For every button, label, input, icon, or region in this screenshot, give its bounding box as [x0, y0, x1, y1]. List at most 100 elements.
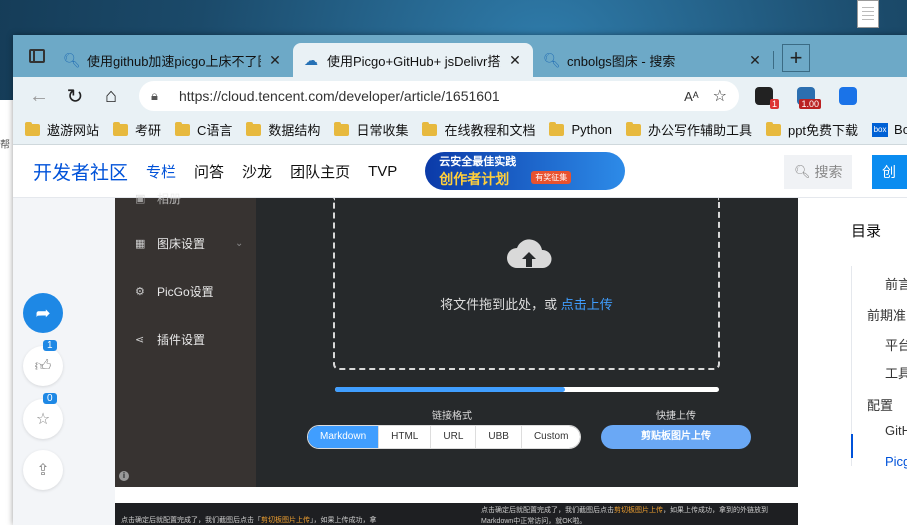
picgo-menu-bed-settings: ▦ 图床设置 ⌄: [135, 235, 243, 252]
bookmark-item[interactable]: C语言: [175, 120, 232, 139]
web-page: 开发者社区 专栏 问答 沙龙 团队主页 TVP 云安全最佳实践 创作者计划 有奖…: [13, 145, 907, 525]
toc-item[interactable]: 配置: [867, 395, 893, 414]
bookmark-label: 数据结构: [268, 123, 321, 138]
background-window-text: 帮: [0, 140, 10, 151]
tab-title: 使用Picgo+GitHub+ jsDelivr搭建: [327, 53, 501, 69]
nav-wenda[interactable]: 问答: [194, 161, 224, 182]
upload-dropzone: 将文件拖到此处，或 点击上传: [333, 198, 720, 370]
close-tab-icon[interactable]: ✕: [507, 52, 523, 69]
share-arrow-icon: ➦: [35, 302, 51, 323]
add-favorite-icon[interactable]: ☆: [713, 86, 727, 106]
bookmark-label: 日常收集: [356, 123, 409, 138]
click-upload-link: 点击上传: [560, 297, 613, 312]
folder-icon: [765, 121, 781, 136]
folder-icon: [334, 121, 350, 136]
tab-github-picgo[interactable]: 🔍︎ 使用github加速picgo上床不了图 ✕: [53, 43, 293, 77]
extension-button[interactable]: 1.00: [789, 81, 823, 111]
chevron-down-icon: ⌄: [235, 238, 244, 249]
upload-progress-fill: [335, 387, 566, 392]
home-button[interactable]: ⌂: [93, 81, 129, 111]
text-part: 」，如果上传成功，拿: [310, 517, 377, 524]
back-button[interactable]: ←: [21, 81, 57, 111]
toc-item[interactable]: 工具: [885, 363, 907, 382]
text-highlight: 剪切板图片上传: [261, 517, 310, 524]
star-icon: ☆: [35, 411, 51, 428]
second-screenshot: 点击确定后就配置完成了，我们截图后点击「剪切板图片上传」，如果上传成功，拿 点击…: [115, 503, 798, 525]
table-of-contents: 目录 前言 前期准 平台 工具 配置 GitH Picg: [831, 198, 907, 525]
search-icon: 🔍︎: [794, 164, 811, 179]
nav-team-home[interactable]: 团队主页: [290, 161, 350, 182]
tab-picgo-jsdelivr[interactable]: ☁ 使用Picgo+GitHub+ jsDelivr搭建 ✕: [293, 43, 533, 77]
tab-title: cnbolgs图床 - 搜索: [567, 53, 676, 69]
link-format-group: Markdown HTML URL UBB Custom: [307, 425, 582, 449]
share-button[interactable]: ➦: [23, 293, 63, 333]
format-custom: Custom: [521, 426, 581, 448]
share-out-button[interactable]: ⇪: [23, 450, 63, 490]
bookmark-label: Python: [571, 122, 612, 137]
gear-icon: ⚙: [135, 286, 145, 298]
bookmark-label: Bo: [894, 122, 907, 137]
banner-tag: 有奖征集: [531, 171, 572, 184]
folder-icon: [625, 121, 641, 136]
lock-icon[interactable]: 🔒︎: [151, 88, 171, 104]
bookmark-label: 在线教程和文档: [444, 123, 536, 138]
thumbs-up-icon: 👍︎: [34, 357, 52, 375]
toc-item[interactable]: 前期准: [867, 305, 906, 324]
site-search[interactable]: 🔍︎ 搜索: [784, 155, 852, 189]
nav-tvp[interactable]: TVP: [368, 163, 397, 180]
image-icon: ▣: [135, 193, 146, 205]
bookmark-item[interactable]: 日常收集: [334, 120, 408, 139]
new-tab-button[interactable]: +: [782, 44, 810, 72]
address-bar[interactable]: 🔒︎ https://cloud.tencent.com/developer/a…: [139, 81, 739, 111]
url-text[interactable]: https://cloud.tencent.com/developer/arti…: [179, 88, 676, 104]
close-tab-icon[interactable]: ✕: [267, 52, 283, 69]
bookmark-item[interactable]: ppt免费下载: [765, 120, 858, 139]
desktop-file-icon[interactable]: [857, 0, 879, 28]
picgo-sidebar: ▣ 相册 ▦ 图床设置 ⌄ ⚙ PicGo设置 ⋖ 插件设置: [115, 192, 256, 487]
create-button[interactable]: 创: [872, 155, 907, 189]
toc-title: 目录: [851, 223, 882, 240]
toc-item[interactable]: 平台: [885, 335, 907, 354]
cloud-favicon-icon: ☁: [304, 52, 318, 68]
tab-actions-button[interactable]: [21, 41, 53, 71]
extension-button[interactable]: [831, 81, 865, 111]
read-aloud-icon[interactable]: Aᴬ: [684, 89, 699, 104]
folder-icon: [549, 121, 565, 136]
toc-item-active[interactable]: Picg: [885, 454, 907, 469]
site-logo[interactable]: 开发者社区: [33, 158, 128, 185]
search-placeholder: 搜索: [814, 164, 843, 180]
extension-button[interactable]: 1: [747, 81, 781, 111]
search-favicon-icon: 🔍︎: [63, 52, 81, 68]
bookmark-item[interactable]: Python: [549, 121, 612, 137]
bookmark-item[interactable]: 遨游网站: [25, 120, 99, 139]
like-button[interactable]: 👍︎ 1: [23, 340, 63, 386]
nav-zhuanlan[interactable]: 专栏: [146, 161, 176, 182]
toc-item[interactable]: 前言: [885, 274, 907, 293]
menu-label: 相册: [157, 192, 182, 206]
bookmark-item[interactable]: 考研: [113, 120, 161, 139]
creator-plan-banner[interactable]: 云安全最佳实践 创作者计划 有奖征集: [425, 152, 626, 190]
folder-icon: [175, 121, 191, 136]
bookmark-item[interactable]: 数据结构: [246, 120, 320, 139]
browser-window: 🔍︎ 使用github加速picgo上床不了图 ✕ ☁ 使用Picgo+GitH…: [13, 35, 907, 525]
toc-item[interactable]: GitH: [885, 423, 907, 438]
bookmark-item[interactable]: box Bo: [872, 122, 907, 137]
close-tab-icon[interactable]: ✕: [747, 52, 763, 69]
quick-upload-label: 快捷上传: [656, 411, 696, 422]
format-html: HTML: [379, 426, 432, 448]
bookmarks-bar: 遨游网站 考研 C语言 数据结构 日常收集 在线教程和文档 Python 办公写…: [13, 115, 907, 145]
tab-cnblogs-search[interactable]: 🔍︎ cnbolgs图床 - 搜索 ✕: [533, 43, 773, 77]
folder-icon: [113, 121, 129, 136]
favorite-button[interactable]: ☆ 0: [23, 393, 63, 439]
refresh-button[interactable]: ↻: [57, 81, 93, 111]
box-icon: box: [872, 122, 889, 137]
dropzone-text: 将文件拖到此处，或 点击上传: [335, 294, 718, 313]
bookmark-item[interactable]: 在线教程和文档: [422, 120, 535, 139]
text-part: 点击确定后就配置完成了，我们截图后点击「: [121, 517, 261, 524]
nav-shalong[interactable]: 沙龙: [242, 161, 272, 182]
picgo-menu-album: ▣ 相册: [135, 190, 181, 207]
picgo-menu-settings: ⚙ PicGo设置: [135, 283, 214, 300]
picgo-menu-plugins: ⋖ 插件设置: [135, 331, 205, 348]
clipboard-upload-button: 剪贴板图片上传: [601, 425, 751, 449]
bookmark-item[interactable]: 办公写作辅助工具: [625, 120, 752, 139]
